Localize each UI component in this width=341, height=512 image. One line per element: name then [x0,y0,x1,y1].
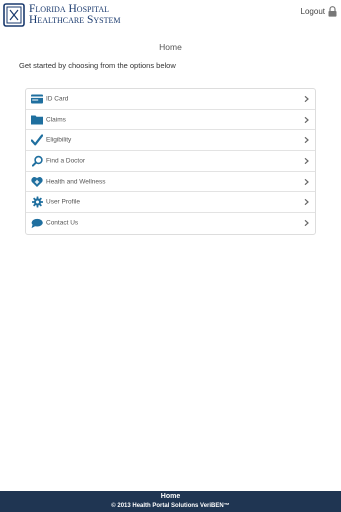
search-icon [31,155,43,167]
logout-label: Logout [300,6,325,16]
menu-item-health-and-wellness[interactable]: Health and Wellness [26,172,315,193]
folder-icon [31,114,43,125]
page-title: Home [159,42,182,52]
chevron-right-icon [304,157,309,165]
checkmark-icon [31,134,43,146]
app-header: Florida Hospital Healthcare System Logou… [0,0,341,34]
menu-item-label: Contact Us [46,219,79,227]
main-menu: ID Card Claims Eligibility Find a Doctor [25,88,316,235]
chevron-right-icon [304,220,309,227]
logo-emblem-icon [3,3,25,27]
id-card-icon [31,93,43,104]
menu-item-claims[interactable]: Claims [26,110,315,131]
speech-bubble-icon [31,218,43,229]
logo-wordmark: Florida Hospital Healthcare System [29,3,121,26]
heart-plus-icon [31,176,43,187]
chevron-right-icon [304,95,309,102]
menu-item-label: User Profile [46,198,80,206]
menu-item-label: Claims [46,116,66,124]
menu-item-label: Find a Doctor [46,157,86,165]
chevron-right-icon [304,137,309,144]
menu-item-id-card[interactable]: ID Card [26,89,315,110]
chevron-right-icon [304,199,309,206]
intro-text: Get started by choosing from the options… [19,61,176,70]
menu-item-label: ID Card [46,95,69,103]
logout-button[interactable]: Logout [301,4,337,18]
menu-item-contact-us[interactable]: Contact Us [26,213,315,234]
footer-home-link[interactable]: Home [0,493,341,500]
gear-icon [31,196,43,208]
footer-bar: Home © 2013 Health Portal Solutions Veri… [0,491,341,512]
menu-item-label: Eligibility [46,136,72,144]
menu-item-label: Health and Wellness [46,178,106,186]
chevron-right-icon [304,116,309,123]
menu-item-find-a-doctor[interactable]: Find a Doctor [26,151,315,172]
logo-line-2: Healthcare System [29,14,121,26]
menu-item-user-profile[interactable]: User Profile [26,192,315,214]
lock-icon [328,5,337,17]
chevron-right-icon [304,178,309,185]
footer-copyright: © 2013 Health Portal Solutions VeriBEN™ [111,503,230,509]
hospital-logo: Florida Hospital Healthcare System [3,3,143,29]
menu-item-eligibility[interactable]: Eligibility [26,130,315,152]
